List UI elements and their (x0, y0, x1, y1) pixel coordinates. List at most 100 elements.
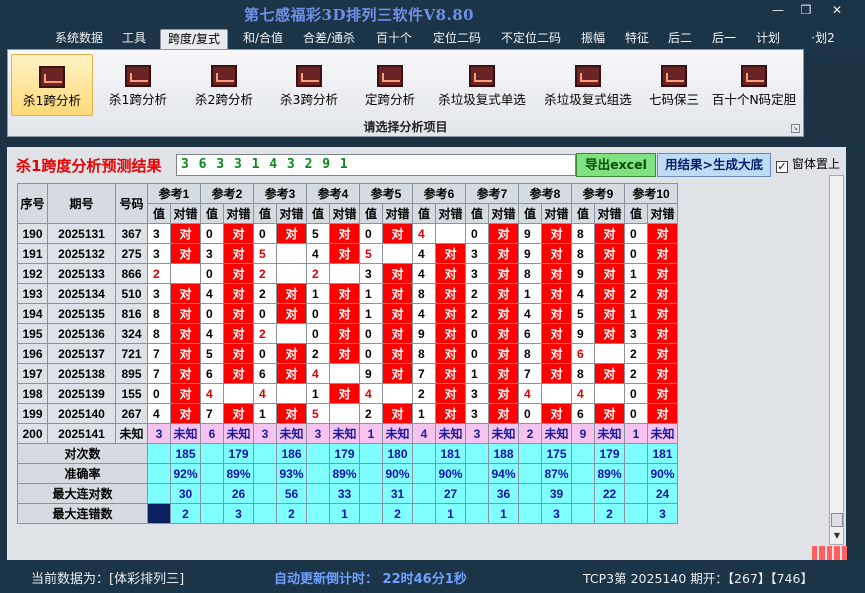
cell-value: 9 (359, 363, 383, 384)
menu-plan2[interactable]: ·划2 (808, 29, 838, 49)
cell-value: 0 (253, 343, 277, 364)
cell-mark: 对 (647, 263, 678, 284)
ribbon-kill-junk-group-button[interactable]: 杀垃圾复式组选 (536, 54, 640, 116)
prediction-result-field[interactable]: 3 6 3 3 1 4 3 2 9 1 (176, 154, 576, 176)
table-row[interactable]: 193 2025134 510 3 对 4 对 2 对 1 对 1 对 8 对 2 对 1 对 4 对 2 对 (17, 283, 678, 304)
table-row[interactable]: 198 2025139 155 0 对 4 4 1 对 4 2 对 3 对 4 4 0 对 (17, 383, 678, 404)
menu-span-compound[interactable]: 跨度/复式 (160, 29, 228, 49)
cell-value: 3 (465, 383, 489, 404)
stat-row: 准确率 92% 89% 93% 89% 90% 90% 94% 87% 89% 90% (17, 463, 678, 484)
table-row[interactable]: 197 2025138 895 7 对 6 对 6 对 4 9 对 7 对 1 对 7 对 8 对 2 对 (17, 363, 678, 384)
export-excel-button[interactable]: 导出excel (576, 153, 656, 177)
ribbon-seven-keep-three-button[interactable]: 七码保三 (642, 54, 706, 116)
ribbon-kill3-span-button[interactable]: 杀3跨分析 (269, 54, 349, 116)
row-seq: 200 (17, 423, 48, 444)
chart-icon (377, 65, 403, 87)
cell-value: 5 (571, 303, 595, 324)
menu-system-data[interactable]: 系统数据 (51, 29, 107, 49)
menu-feature[interactable]: 特征 (621, 29, 653, 49)
menu-diff-kill[interactable]: 合差/通杀 (298, 29, 360, 49)
cell-value: 5 (253, 243, 277, 264)
stat-value: 31 (382, 483, 413, 504)
stat-spacer (571, 483, 595, 504)
cell-value: 6 (571, 403, 595, 424)
stat-value: 39 (541, 483, 572, 504)
table-row[interactable]: 196 2025137 721 7 对 5 对 0 对 2 对 0 对 8 对 0 对 8 对 6 2 对 (17, 343, 678, 364)
prediction-row[interactable]: 200 2025141 未知 3 未知 6 未知 3 未知 3 未知 1 未知 4 未知 3 未知 2 未知 9 未知 1… (17, 423, 678, 444)
menu-last-two[interactable]: 后二 (664, 29, 696, 49)
table-row[interactable]: 190 2025131 367 3 对 0 对 0 对 5 对 0 对 4 0 对 9 对 8 对 0 对 (17, 223, 678, 244)
table-row[interactable]: 192 2025133 866 2 0 对 2 2 3 对 4 对 3 对 8 对 9 对 1 对 (17, 263, 678, 284)
ribbon-kill-junk-single-button[interactable]: 杀垃圾复式单选 (430, 54, 534, 116)
col-header-mark: 对错 (170, 203, 201, 224)
close-icon[interactable]: ✕ (826, 3, 848, 19)
stat-value: 93% (276, 463, 307, 484)
minimize-icon[interactable]: — (767, 3, 789, 19)
cell-mark: 未知 (329, 423, 360, 444)
checkbox-check-icon[interactable]: ✓ (776, 161, 788, 173)
expand-icon[interactable]: ↘ (791, 124, 800, 133)
stat-label: 对次数 (17, 443, 148, 464)
generate-base-button[interactable]: 用结果>生成大底 (657, 153, 771, 177)
cell-value: 4 (412, 243, 436, 264)
stat-spacer (518, 483, 542, 504)
cell-value: 4 (412, 223, 436, 244)
menu-nonposition-two[interactable]: 不定位二码 (496, 29, 566, 49)
stat-value: 89% (329, 463, 360, 484)
restore-icon[interactable]: ❐ (795, 3, 817, 19)
row-number: 267 (115, 403, 148, 424)
scroll-thumb[interactable] (831, 513, 843, 527)
table-row[interactable]: 194 2025135 816 8 对 0 对 0 对 0 对 1 对 4 对 2 对 4 对 5 对 1 对 (17, 303, 678, 324)
stat-spacer (306, 443, 330, 464)
menu-amplitude[interactable]: 振幅 (577, 29, 609, 49)
ribbon-n-code-dan-button[interactable]: 百十个N码定胆 (707, 54, 801, 116)
col-header-mark: 对错 (541, 203, 572, 224)
cell-mark: 对 (170, 403, 201, 424)
table-row[interactable]: 199 2025140 267 4 对 7 对 1 对 5 2 对 1 对 3 对 0 对 6 对 0 对 (17, 403, 678, 424)
row-seq: 198 (17, 383, 48, 404)
chart-icon (575, 65, 601, 87)
cell-mark: 对 (276, 403, 307, 424)
window-topmost-checkbox[interactable]: ✓ 窗体置上 (776, 154, 840, 176)
row-number: 895 (115, 363, 148, 384)
ribbon-kill2-span-button[interactable]: 杀2跨分析 (184, 54, 264, 116)
col-header-ref: 参考2 (200, 183, 254, 204)
stat-spacer (465, 463, 489, 484)
menu-position-two[interactable]: 定位二码 (429, 29, 485, 49)
cell-mark: 对 (170, 283, 201, 304)
cell-mark: 对 (647, 223, 678, 244)
cell-mark: 对 (276, 343, 307, 364)
cell-value: 1 (412, 403, 436, 424)
menu-plan[interactable]: 计划 (752, 29, 784, 49)
menu-bai-shi-ge[interactable]: 百十个 (372, 29, 416, 49)
menu-sum-value[interactable]: 和/合值 (236, 29, 290, 49)
ribbon-kill1-span-button[interactable]: 杀1跨分析 (11, 54, 93, 116)
stat-spacer (147, 503, 171, 524)
stat-value: 33 (329, 483, 360, 504)
stat-value: 2 (170, 503, 201, 524)
stat-value: 3 (223, 503, 254, 524)
stat-spacer (359, 503, 383, 524)
ribbon-kill1-span-button-2[interactable]: 杀1跨分析 (98, 54, 178, 116)
cell-mark: 对 (594, 263, 625, 284)
cell-mark: 未知 (382, 423, 413, 444)
cell-mark: 对 (647, 343, 678, 364)
ribbon-fixed-span-button[interactable]: 定跨分析 (354, 54, 426, 116)
cell-value: 0 (359, 343, 383, 364)
cell-value: 4 (412, 423, 436, 444)
row-number: 816 (115, 303, 148, 324)
cell-value: 4 (518, 303, 542, 324)
table-row[interactable]: 191 2025132 275 3 对 3 对 5 4 对 5 4 对 3 对 9 对 8 对 0 对 (17, 243, 678, 264)
menu-last-one[interactable]: 后一 (708, 29, 740, 49)
vertical-scrollbar[interactable]: ▼ (829, 175, 844, 545)
menu-bar: 系统数据 工具 跨度/复式 和/合值 合差/通杀 百十个 定位二码 不定位二码 … (0, 26, 865, 50)
cell-mark: 对 (541, 263, 572, 284)
col-header-mark: 对错 (382, 203, 413, 224)
scroll-down-icon[interactable]: ▼ (831, 529, 843, 543)
menu-tools[interactable]: 工具 (117, 29, 151, 49)
table-row[interactable]: 195 2025136 324 8 对 4 对 2 0 对 0 对 9 对 0 对 6 对 9 对 3 对 (17, 323, 678, 344)
cell-value: 9 (571, 423, 595, 444)
cell-value: 2 (359, 403, 383, 424)
row-period: 2025134 (47, 283, 116, 304)
cell-value: 3 (465, 243, 489, 264)
